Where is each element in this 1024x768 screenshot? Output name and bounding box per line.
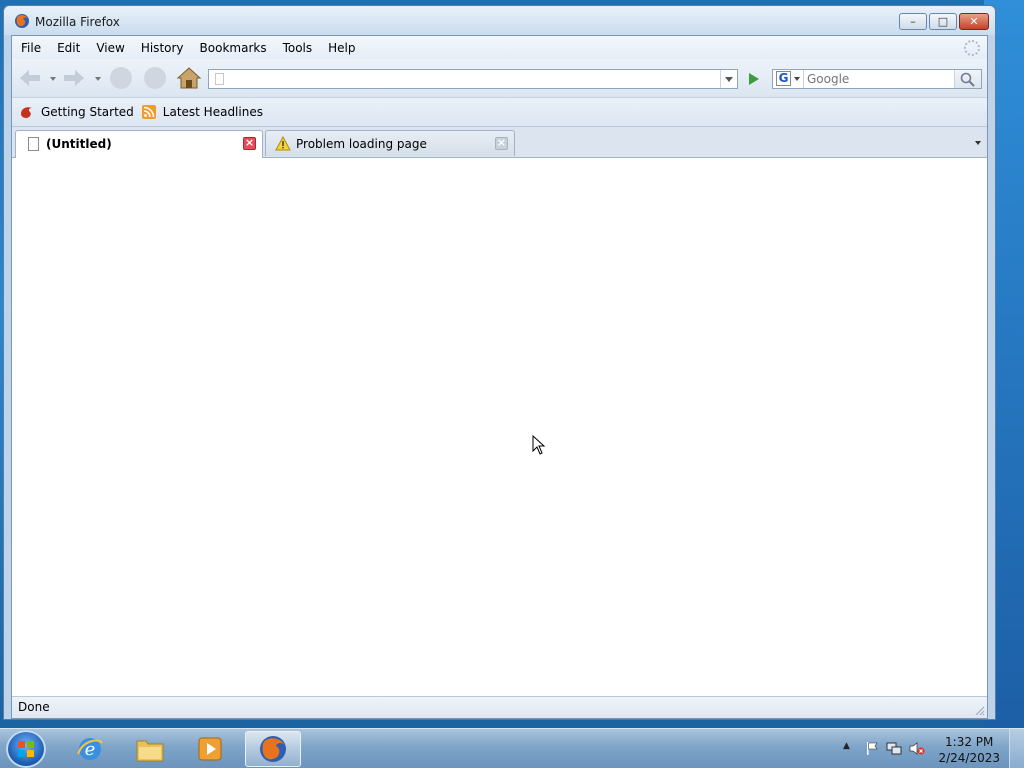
folder-icon bbox=[136, 740, 164, 762]
tab-label: (Untitled) bbox=[46, 137, 112, 151]
maximize-button[interactable]: □ bbox=[929, 13, 957, 30]
blank-page-icon bbox=[28, 137, 39, 151]
back-arrow-icon bbox=[20, 70, 40, 86]
media-player-taskbar-button[interactable] bbox=[183, 731, 239, 767]
forward-history-dropdown-icon[interactable] bbox=[95, 77, 101, 81]
minimize-button[interactable]: – bbox=[899, 13, 927, 30]
search-engine-selector[interactable]: G bbox=[773, 70, 804, 88]
tab-strip: (Untitled) × Problem loading page × bbox=[12, 127, 987, 158]
taskbar: e ▲ 1:32 PM 2/24/2023 bbox=[0, 728, 1024, 768]
action-center-flag-icon[interactable] bbox=[865, 741, 879, 756]
menu-view[interactable]: View bbox=[88, 41, 132, 55]
firefox-icon bbox=[260, 736, 286, 762]
tab-untitled[interactable]: (Untitled) × bbox=[15, 130, 263, 158]
home-icon bbox=[176, 67, 202, 89]
page-favicon-icon bbox=[215, 73, 224, 85]
network-icon[interactable] bbox=[886, 741, 902, 756]
reload-button[interactable] bbox=[108, 66, 134, 90]
menu-edit[interactable]: Edit bbox=[49, 41, 88, 55]
mouse-cursor-icon bbox=[532, 435, 546, 455]
system-tray: ▲ 1:32 PM 2/24/2023 bbox=[839, 729, 1024, 768]
firefox-app-icon bbox=[15, 14, 29, 28]
search-button[interactable] bbox=[954, 70, 981, 88]
menu-help[interactable]: Help bbox=[320, 41, 363, 55]
menu-bar: File Edit View History Bookmarks Tools H… bbox=[12, 36, 987, 59]
volume-muted-icon[interactable] bbox=[909, 741, 925, 756]
firefox-logo-icon bbox=[21, 107, 32, 118]
menu-tools[interactable]: Tools bbox=[275, 41, 321, 55]
page-content[interactable] bbox=[12, 158, 987, 697]
windows-logo-icon bbox=[18, 741, 34, 757]
tab-label: Problem loading page bbox=[296, 137, 427, 151]
stop-button[interactable] bbox=[142, 66, 168, 90]
rss-feed-icon bbox=[141, 105, 156, 119]
tab-close-button[interactable]: × bbox=[243, 136, 256, 150]
bookmark-latest-headlines[interactable]: Latest Headlines bbox=[141, 104, 263, 120]
browser-client: File Edit View History Bookmarks Tools H… bbox=[11, 35, 988, 719]
tab-close-button[interactable]: × bbox=[495, 136, 508, 150]
start-button[interactable] bbox=[6, 730, 46, 768]
back-button[interactable] bbox=[17, 66, 43, 90]
list-all-tabs-button[interactable] bbox=[969, 130, 987, 156]
chevron-down-icon bbox=[794, 77, 800, 81]
tray-overflow-icon[interactable]: ▲ bbox=[843, 741, 850, 751]
search-bar: G bbox=[772, 69, 982, 89]
file-explorer-taskbar-button[interactable] bbox=[122, 731, 178, 767]
home-button[interactable] bbox=[176, 66, 202, 90]
go-button[interactable] bbox=[742, 69, 764, 89]
status-text: Done bbox=[18, 700, 50, 714]
bookmark-label: Latest Headlines bbox=[162, 105, 263, 119]
menu-bookmarks[interactable]: Bookmarks bbox=[192, 41, 275, 55]
forward-arrow-icon bbox=[64, 70, 84, 86]
menu-history[interactable]: History bbox=[133, 41, 192, 55]
back-history-dropdown-icon[interactable] bbox=[50, 77, 56, 81]
media-player-icon bbox=[198, 737, 222, 761]
url-history-dropdown[interactable] bbox=[720, 70, 737, 88]
resize-grip-icon[interactable] bbox=[975, 706, 985, 716]
clock-date: 2/24/2023 bbox=[938, 751, 1000, 765]
clock-time: 1:32 PM bbox=[945, 735, 994, 749]
reload-icon bbox=[110, 67, 132, 89]
title-bar[interactable]: Mozilla Firefox – □ ✕ bbox=[4, 6, 995, 35]
google-engine-icon: G bbox=[776, 71, 791, 86]
status-bar: Done bbox=[12, 696, 987, 718]
close-icon: ✕ bbox=[969, 15, 979, 28]
firefox-window: Mozilla Firefox – □ ✕ File Edit View His… bbox=[3, 5, 996, 720]
tab-problem-loading-page[interactable]: Problem loading page × bbox=[265, 130, 515, 156]
search-input[interactable] bbox=[805, 70, 959, 88]
close-button[interactable]: ✕ bbox=[959, 13, 989, 30]
firefox-taskbar-button[interactable] bbox=[245, 731, 301, 767]
url-bar[interactable] bbox=[208, 69, 738, 89]
clock[interactable]: 1:32 PM 2/24/2023 bbox=[938, 734, 1000, 766]
maximize-icon: □ bbox=[937, 15, 949, 28]
bookmark-label: Getting Started bbox=[41, 105, 134, 119]
forward-button[interactable] bbox=[61, 66, 87, 90]
close-icon: × bbox=[496, 136, 507, 149]
stop-icon bbox=[144, 67, 166, 89]
window-title: Mozilla Firefox bbox=[35, 15, 120, 29]
magnifier-icon bbox=[960, 72, 975, 87]
internet-explorer-taskbar-button[interactable]: e bbox=[62, 731, 118, 767]
throbber-icon bbox=[964, 40, 980, 56]
navigation-toolbar: G bbox=[12, 59, 987, 98]
bookmarks-toolbar: Getting Started Latest Headlines bbox=[12, 98, 987, 127]
show-desktop-button[interactable] bbox=[1009, 729, 1024, 768]
bookmark-getting-started[interactable]: Getting Started bbox=[19, 104, 134, 120]
internet-explorer-icon: e bbox=[77, 738, 103, 760]
warning-icon bbox=[275, 136, 291, 151]
menu-file[interactable]: File bbox=[12, 41, 49, 55]
close-icon: × bbox=[244, 136, 255, 149]
minimize-icon: – bbox=[910, 15, 916, 28]
